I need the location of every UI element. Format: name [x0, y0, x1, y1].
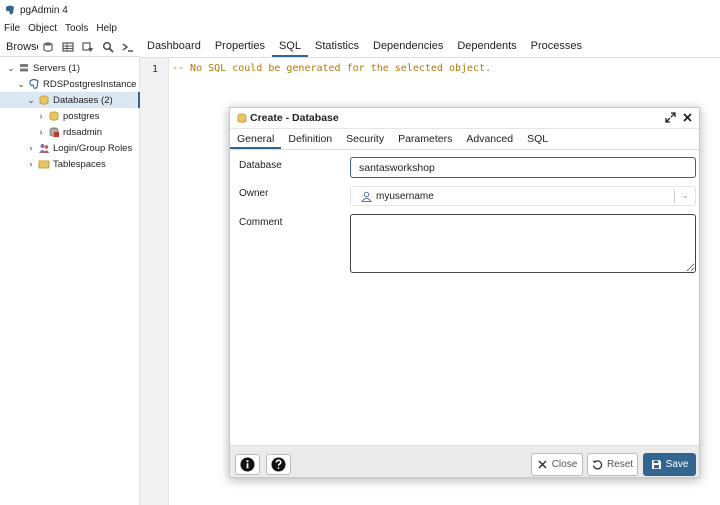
comment-textarea[interactable] — [350, 214, 696, 273]
close-icon — [538, 460, 547, 469]
search-objects-button[interactable] — [98, 38, 117, 55]
tree-item-label: Tablespaces — [53, 158, 106, 170]
help-button[interactable] — [266, 454, 291, 475]
object-browser-tree: ⌄ Servers (1) ⌄ RDSPostgresInstance ⌄ Da… — [0, 58, 140, 505]
window-title: pgAdmin 4 — [20, 4, 68, 16]
chevron-right-icon[interactable]: › — [36, 127, 46, 137]
save-button[interactable]: Save — [643, 453, 696, 476]
close-button[interactable]: Close — [531, 453, 583, 476]
postgres-server-icon — [29, 78, 39, 89]
sql-comment: -- No SQL could be generated for the sel… — [172, 63, 492, 74]
close-icon[interactable] — [682, 112, 693, 123]
view-icon — [81, 41, 93, 52]
tab-sql[interactable]: SQL — [520, 133, 555, 149]
tree-item-server[interactable]: ⌄ RDSPostgresInstance — [16, 76, 138, 92]
owner-select[interactable]: myusername ⌄ — [350, 186, 696, 206]
tree-item-databases[interactable]: ⌄ Databases (2) — [0, 92, 140, 108]
database-locked-icon — [49, 127, 59, 137]
reset-icon — [592, 460, 603, 470]
tree-item-label: RDSPostgresInstance — [43, 78, 137, 90]
tab-statistics[interactable]: Statistics — [308, 40, 366, 57]
save-icon — [651, 460, 661, 469]
tab-dependents[interactable]: Dependents — [450, 40, 523, 57]
tab-security[interactable]: Security — [339, 133, 391, 149]
search-icon — [102, 41, 114, 53]
tree-item-label: rdsadmin — [63, 126, 103, 138]
tab-advanced[interactable]: Advanced — [459, 133, 520, 149]
tree-item-tablespaces[interactable]: › Tablespaces — [26, 156, 138, 172]
owner-label: Owner — [239, 188, 269, 199]
dialog-header[interactable]: Create - Database — [230, 108, 699, 129]
psql-tool-button[interactable] — [118, 38, 137, 55]
browser-toolbar: Browser — [0, 37, 140, 57]
database-icon — [237, 113, 247, 123]
tab-definition[interactable]: Definition — [281, 133, 339, 149]
tree-item-label: Servers (1) — [33, 62, 80, 74]
owner-value: myusername — [376, 190, 434, 202]
tab-dashboard[interactable]: Dashboard — [140, 40, 208, 57]
tab-dependencies[interactable]: Dependencies — [366, 40, 450, 57]
filtered-rows-button[interactable] — [78, 38, 97, 55]
view-data-button[interactable] — [58, 38, 77, 55]
menu-help[interactable]: Help — [96, 23, 117, 34]
create-database-dialog: Create - Database General Definition Sec… — [229, 107, 700, 478]
roles-icon — [39, 144, 49, 153]
terminal-icon — [122, 42, 133, 52]
servers-icon — [20, 64, 28, 72]
close-button-label: Close — [551, 459, 578, 470]
table-icon — [61, 41, 74, 52]
dialog-tabs: General Definition Security Parameters A… — [230, 129, 699, 150]
tab-general[interactable]: General — [230, 133, 282, 149]
database-label: Database — [239, 160, 282, 171]
user-icon — [361, 191, 372, 202]
browser-title: Browser — [6, 40, 38, 53]
dialog-body: Database Owner myusername ⌄ Comment — [230, 150, 699, 445]
save-button-label: Save — [665, 459, 689, 470]
chevron-right-icon[interactable]: › — [26, 143, 36, 153]
menu-bar: File Object Tools Help — [0, 20, 720, 37]
tree-item-label: Databases (2) — [53, 94, 113, 106]
tree-item-login-roles[interactable]: › Login/Group Roles — [26, 140, 138, 156]
tree-item-label: Login/Group Roles — [53, 142, 133, 154]
window-titlebar: pgAdmin 4 — [0, 0, 720, 20]
info-button[interactable] — [235, 454, 260, 475]
tree-item-rdsadmin[interactable]: › rdsadmin — [36, 124, 138, 140]
maximize-icon[interactable] — [665, 112, 676, 123]
select-separator — [674, 190, 675, 203]
database-name-input[interactable] — [350, 157, 696, 178]
line-number: 1 — [152, 64, 159, 75]
chevron-down-icon[interactable]: ⌄ — [16, 79, 26, 90]
tree-item-servers[interactable]: ⌄ Servers (1) — [6, 60, 136, 76]
query-tool-button[interactable] — [38, 38, 57, 55]
chevron-down-icon[interactable]: ⌄ — [26, 95, 36, 106]
chevron-right-icon[interactable]: › — [36, 111, 46, 121]
comment-label: Comment — [239, 217, 283, 228]
tab-sql[interactable]: SQL — [271, 40, 308, 57]
tab-parameters[interactable]: Parameters — [391, 133, 459, 149]
help-icon — [271, 457, 286, 472]
main-tabs: Dashboard Properties SQL Statistics Depe… — [140, 37, 720, 58]
menu-object[interactable]: Object — [28, 23, 57, 34]
database-icon — [42, 41, 53, 52]
chevron-down-icon[interactable]: ⌄ — [681, 190, 689, 201]
pgadmin-logo-icon — [6, 5, 14, 15]
tab-properties[interactable]: Properties — [208, 40, 272, 57]
database-icon — [49, 111, 59, 121]
tree-item-postgres[interactable]: › postgres — [36, 108, 138, 124]
databases-icon — [39, 95, 49, 105]
dialog-title: Create - Database — [250, 112, 339, 124]
reset-button[interactable]: Reset — [587, 453, 638, 476]
menu-tools[interactable]: Tools — [65, 23, 88, 34]
reset-button-label: Reset — [606, 459, 634, 470]
line-gutter: 1 — [140, 58, 169, 505]
chevron-right-icon[interactable]: › — [26, 159, 36, 169]
menu-file[interactable]: File — [4, 23, 20, 34]
tablespaces-icon — [38, 160, 50, 169]
info-icon — [240, 457, 255, 472]
tree-item-label: postgres — [63, 110, 100, 122]
chevron-down-icon[interactable]: ⌄ — [6, 63, 16, 74]
dialog-footer: Close Reset Save — [230, 445, 699, 477]
tab-processes[interactable]: Processes — [524, 40, 589, 57]
